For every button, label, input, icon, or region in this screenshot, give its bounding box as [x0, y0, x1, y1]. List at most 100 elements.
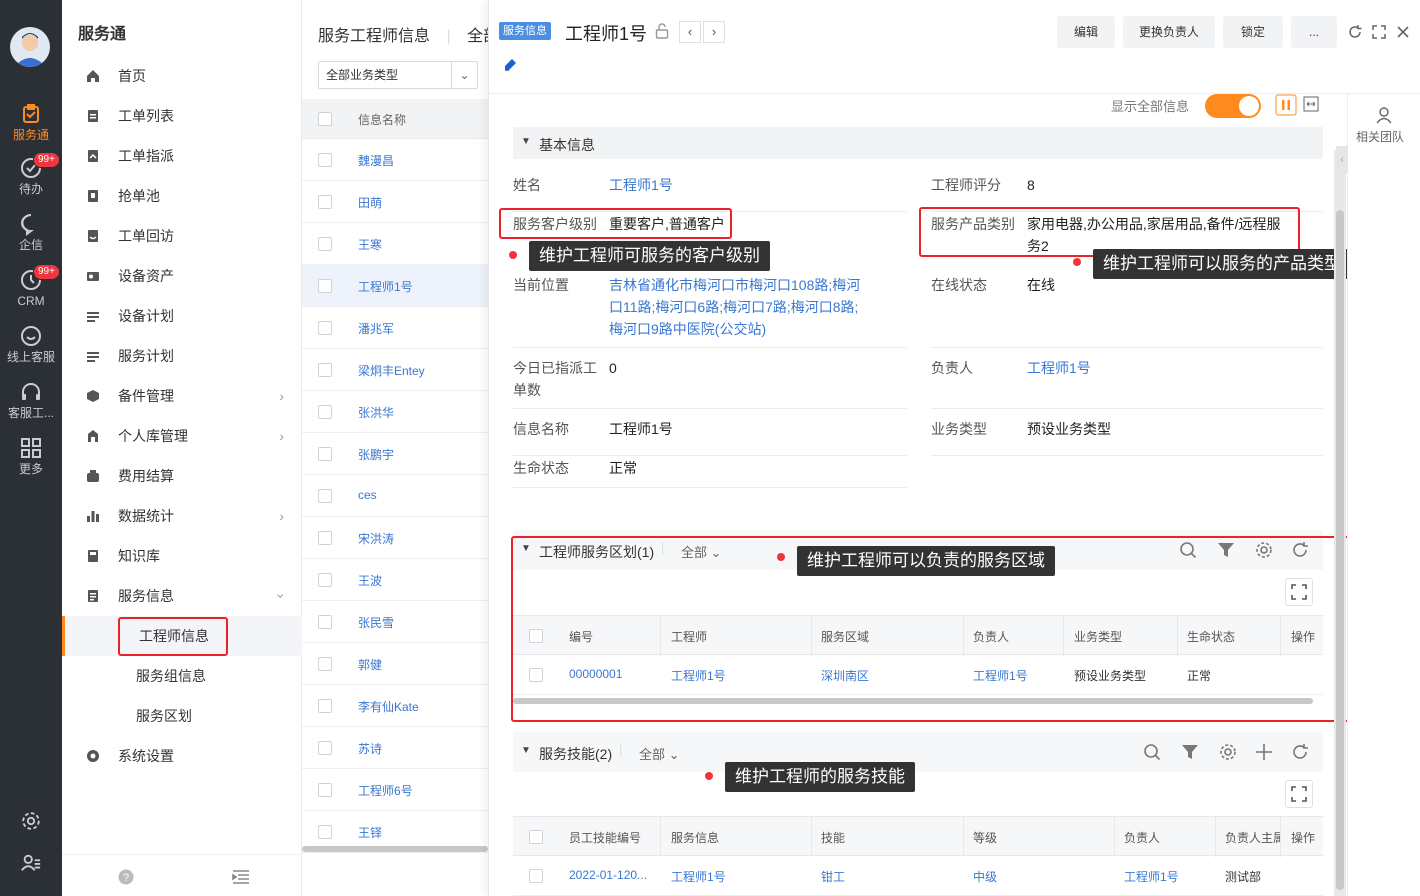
- nav-item-spare-parts[interactable]: 备件管理 ›: [62, 376, 302, 416]
- list-item[interactable]: 梁炯丰Entey: [302, 349, 488, 391]
- row-checkbox[interactable]: [318, 279, 332, 293]
- search-icon[interactable]: [1143, 743, 1161, 761]
- rail-item-todo[interactable]: 待办 99+: [0, 150, 62, 202]
- related-team-label[interactable]: 相关团队: [1356, 128, 1404, 145]
- filter-funnel-icon[interactable]: [1181, 743, 1199, 761]
- list-item[interactable]: 宋洪涛: [302, 517, 488, 559]
- settings-gear-icon[interactable]: [1219, 743, 1237, 761]
- nav-sub-service-group[interactable]: 服务组信息: [62, 656, 302, 696]
- row-checkbox[interactable]: [318, 405, 332, 419]
- lock-button[interactable]: 锁定: [1223, 16, 1283, 48]
- list-item[interactable]: 张鹏宇: [302, 433, 488, 475]
- rail-item-crm[interactable]: CRM 99+: [0, 262, 62, 314]
- refresh-icon[interactable]: [1291, 743, 1309, 761]
- list-horizontal-scrollbar[interactable]: [302, 846, 488, 852]
- business-type-select[interactable]: 全部业务类型 ⌄: [318, 61, 478, 89]
- nav-sub-service-area[interactable]: 服务区划: [62, 696, 302, 736]
- rail-item-customer-service[interactable]: 客服工...: [0, 374, 62, 426]
- detail-vertical-scrollbar[interactable]: [1334, 150, 1346, 896]
- list-item-name[interactable]: 田萌: [358, 194, 382, 211]
- change-owner-button[interactable]: 更换负责人: [1123, 16, 1215, 48]
- list-item-name[interactable]: 王波: [358, 572, 382, 589]
- row-checkbox[interactable]: [318, 699, 332, 713]
- field-value-link[interactable]: 口11路;梅河口6路;梅河口7路;梅河口8路;: [609, 296, 858, 318]
- row-checkbox[interactable]: [318, 741, 332, 755]
- list-item-name[interactable]: 王寒: [358, 236, 382, 253]
- list-item[interactable]: 苏诗: [302, 727, 488, 769]
- prev-record-button[interactable]: ‹: [679, 21, 701, 43]
- rail-item-more[interactable]: 更多: [0, 430, 62, 482]
- field-value-link[interactable]: 吉林省通化市梅河口市梅河口108路;梅河: [609, 274, 860, 296]
- list-item-name[interactable]: 张民雪: [358, 614, 394, 631]
- rail-item-service[interactable]: 服务通: [0, 96, 62, 148]
- table-row[interactable]: 2022-01-120... 工程师1号 钳工 中级 工程师1号 测试部: [513, 856, 1323, 896]
- nav-item-statistics[interactable]: 数据统计 ›: [62, 496, 302, 536]
- nav-item-home[interactable]: 首页: [62, 56, 302, 96]
- scrollbar-thumb[interactable]: [1336, 210, 1344, 890]
- row-checkbox[interactable]: [318, 195, 332, 209]
- subtable-filter[interactable]: 全部 ⌄: [639, 744, 680, 763]
- list-item[interactable]: 郭健: [302, 643, 488, 685]
- field-value-link[interactable]: 工程师1号: [609, 174, 673, 196]
- list-item[interactable]: 李有仙Kate: [302, 685, 488, 727]
- list-item-name[interactable]: 魏漫昌: [358, 152, 394, 169]
- row-checkbox[interactable]: [318, 321, 332, 335]
- row-checkbox[interactable]: [318, 531, 332, 545]
- collapse-menu-icon[interactable]: [232, 869, 250, 885]
- field-value-link[interactable]: 梅河口9路中医院(公交站): [609, 318, 766, 340]
- list-item-name[interactable]: 郭健: [358, 656, 382, 673]
- nav-item-knowledge[interactable]: 知识库: [62, 536, 302, 576]
- list-item[interactable]: 王寒: [302, 223, 488, 265]
- nav-item-revisit[interactable]: 工单回访: [62, 216, 302, 256]
- nav-item-device-asset[interactable]: 设备资产: [62, 256, 302, 296]
- list-item[interactable]: ces: [302, 475, 488, 517]
- nav-item-grab-pool[interactable]: 抢单池: [62, 176, 302, 216]
- cell-link[interactable]: 工程师1号: [671, 868, 726, 885]
- cell-link[interactable]: 中级: [973, 868, 997, 885]
- close-icon[interactable]: [1395, 24, 1411, 40]
- nav-item-service-plan[interactable]: 服务计划: [62, 336, 302, 376]
- list-item[interactable]: 工程师6号: [302, 769, 488, 811]
- list-item[interactable]: 工程师1号: [302, 265, 488, 307]
- row-checkbox[interactable]: [529, 869, 543, 883]
- cell-link[interactable]: 钳工: [821, 868, 845, 885]
- cell-link[interactable]: 2022-01-120...: [569, 868, 647, 882]
- fullscreen-icon[interactable]: [1371, 24, 1387, 40]
- nav-item-ticket-list[interactable]: 工单列表: [62, 96, 302, 136]
- select-all-checkbox[interactable]: [318, 112, 332, 126]
- nav-item-ticket-assign[interactable]: 工单指派: [62, 136, 302, 176]
- team-icon[interactable]: [1374, 106, 1394, 124]
- list-item[interactable]: 田萌: [302, 181, 488, 223]
- nav-item-system-settings[interactable]: 系统设置: [62, 736, 302, 776]
- caret-down-icon[interactable]: ▼: [521, 745, 531, 756]
- row-checkbox[interactable]: [318, 615, 332, 629]
- edit-button[interactable]: 编辑: [1057, 16, 1115, 48]
- refresh-icon[interactable]: [1347, 24, 1363, 40]
- user-list-icon[interactable]: [20, 852, 42, 874]
- list-item-name[interactable]: 李有仙Kate: [358, 698, 419, 715]
- nav-item-personal-stock[interactable]: 个人库管理 ›: [62, 416, 302, 456]
- list-item[interactable]: 魏漫昌: [302, 139, 488, 181]
- next-record-button[interactable]: ›: [703, 21, 725, 43]
- nav-item-settlement[interactable]: 费用结算: [62, 456, 302, 496]
- collapse-sidebar-handle[interactable]: ‹: [1336, 146, 1348, 174]
- list-item-name[interactable]: 苏诗: [358, 740, 382, 757]
- list-item-name[interactable]: 工程师1号: [358, 278, 413, 295]
- row-checkbox[interactable]: [318, 363, 332, 377]
- list-item-name[interactable]: 王铎: [358, 824, 382, 841]
- field-value-link[interactable]: 工程师1号: [1027, 357, 1091, 379]
- list-item-name[interactable]: 宋洪涛: [358, 530, 394, 547]
- list-item[interactable]: 潘兆军: [302, 307, 488, 349]
- list-item-name[interactable]: 梁炯丰Entey: [358, 362, 425, 379]
- more-actions-button[interactable]: ...: [1291, 16, 1337, 48]
- pencil-tag-icon[interactable]: [503, 56, 519, 72]
- row-checkbox[interactable]: [318, 783, 332, 797]
- row-checkbox[interactable]: [318, 447, 332, 461]
- expand-table-button[interactable]: [1285, 780, 1313, 808]
- show-all-switch[interactable]: [1205, 94, 1261, 118]
- nav-item-service-info[interactable]: 服务信息 ›: [62, 576, 302, 616]
- list-item-name[interactable]: ces: [358, 488, 377, 502]
- list-item-name[interactable]: 张鹏宇: [358, 446, 394, 463]
- list-item[interactable]: 王波: [302, 559, 488, 601]
- row-checkbox[interactable]: [318, 153, 332, 167]
